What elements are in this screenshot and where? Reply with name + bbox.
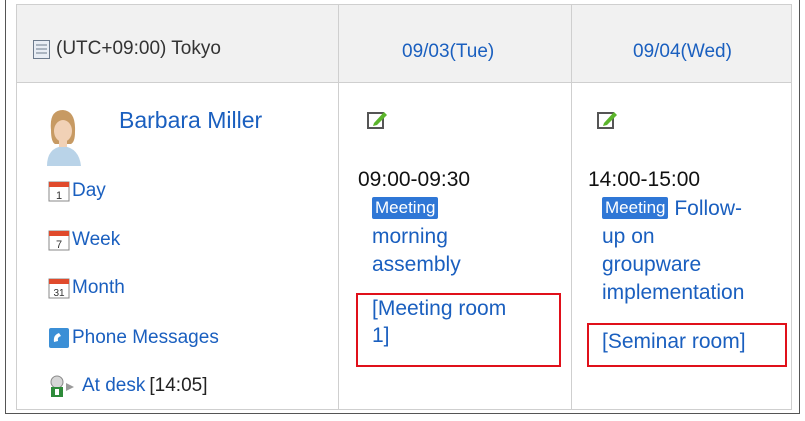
month-view-label: Month — [72, 277, 125, 298]
avatar[interactable] — [41, 104, 85, 166]
day-icon-number: 1 — [56, 190, 62, 202]
presence-status-label: At desk — [82, 375, 146, 396]
event-type-badge: Meeting — [602, 197, 669, 219]
week-view-link[interactable]: 7 Week — [48, 229, 120, 251]
event-time: 09:00-09:30 — [358, 168, 471, 191]
column-divider — [338, 5, 339, 409]
presence-status-icon — [50, 375, 74, 397]
timezone-text: (UTC+09:00) Tokyo — [56, 38, 221, 59]
user-name-link[interactable]: Barbara Miller — [119, 107, 262, 134]
event-title-line: Follow- — [674, 197, 743, 220]
day-view-link[interactable]: 1 Day — [48, 180, 106, 202]
presence-status[interactable]: At desk [14:05] — [48, 374, 207, 398]
month-view-link[interactable]: 31 Month — [48, 277, 125, 299]
timezone-label: (UTC+09:00) Tokyo — [33, 38, 221, 60]
date-link-tue[interactable]: 09/03(Tue) — [402, 41, 494, 63]
add-event-icon[interactable] — [366, 109, 388, 131]
column-divider — [571, 5, 572, 409]
week-icon-number: 7 — [56, 239, 62, 251]
event-title-line: implementation — [602, 281, 745, 304]
add-event-icon[interactable] — [596, 109, 618, 131]
facility-highlight-box — [587, 323, 787, 367]
calendar-frame: (UTC+09:00) Tokyo 09/03(Tue) 09/04(Wed) … — [5, 0, 800, 414]
event-title-line: up on — [602, 225, 655, 248]
calendar-week-icon: 7 — [48, 230, 70, 251]
list-icon — [33, 39, 50, 59]
event-type-badge: Meeting — [372, 197, 439, 219]
phone-messages-label: Phone Messages — [72, 327, 219, 348]
presence-status-time: [14:05] — [149, 375, 208, 396]
date-link-wed[interactable]: 09/04(Wed) — [633, 41, 732, 63]
event-title-link[interactable]: Meeting Follow- up on groupware implemen… — [602, 195, 744, 307]
event-title-link[interactable]: Meeting morning assembly — [372, 195, 461, 279]
month-icon-number: 31 — [53, 288, 65, 299]
event-time: 14:00-15:00 — [588, 168, 701, 191]
facility-highlight-box — [356, 293, 561, 367]
event-title-line: groupware — [602, 253, 702, 276]
event-title-line: morning — [372, 225, 448, 248]
calendar-month-icon: 31 — [48, 278, 70, 299]
day-view-label: Day — [72, 180, 106, 201]
phone-icon — [49, 328, 69, 348]
week-view-label: Week — [72, 229, 121, 250]
row-divider — [17, 82, 791, 83]
calendar-day-icon: 1 — [48, 181, 70, 202]
phone-messages-link[interactable]: Phone Messages — [48, 327, 219, 349]
event-title-line: assembly — [372, 253, 461, 276]
week-schedule-grid: (UTC+09:00) Tokyo 09/03(Tue) 09/04(Wed) … — [16, 4, 792, 410]
